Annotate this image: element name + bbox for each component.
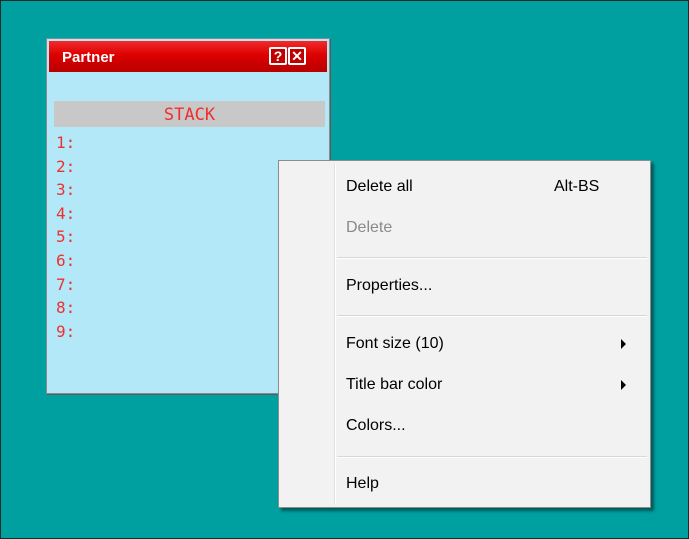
menu-separator [337,257,647,259]
menu-item-label: Title bar color [346,376,443,393]
menu-item-label: Properties... [346,277,433,294]
help-icon[interactable]: ? [269,47,287,65]
stack-row-6[interactable]: 6: [56,249,75,273]
stack-row-1[interactable]: 1: [56,131,75,155]
menu-item-properties[interactable]: Properties... [282,270,647,302]
desktop: Partner ? ✕ STACK 1: 2: 3: 4: 5: 6: 7: 8… [0,0,689,539]
close-icon[interactable]: ✕ [288,47,306,65]
menu-item-label: Colors... [346,417,406,434]
menu-item-label: Delete all [346,178,413,195]
submenu-arrow-icon [621,339,626,349]
menu-item-label: Delete [346,219,393,236]
menu-item-label: Help [346,475,379,492]
menu-item-title-bar-color[interactable]: Title bar color [282,369,647,401]
stack-row-8[interactable]: 8: [56,296,75,320]
menu-item-help[interactable]: Help [282,468,647,500]
stack-header: STACK [54,101,325,127]
stack-row-2[interactable]: 2: [56,155,75,179]
window-title: Partner [62,49,115,66]
menu-item-delete: Delete [282,212,647,244]
submenu-arrow-icon [621,380,626,390]
context-menu: Delete all Alt-BS Delete Properties... F… [278,160,651,508]
menu-item-shortcut: Alt-BS [554,178,600,195]
stack-list: 1: 2: 3: 4: 5: 6: 7: 8: 9: [56,131,75,343]
menu-item-colors[interactable]: Colors... [282,410,647,442]
menu-separator [337,456,647,458]
stack-row-7[interactable]: 7: [56,273,75,297]
menu-item-font-size[interactable]: Font size (10) [282,328,647,360]
title-bar[interactable]: Partner ? ✕ [49,41,327,72]
menu-item-label: Font size (10) [346,335,444,352]
menu-separator [337,315,647,317]
stack-row-9[interactable]: 9: [56,320,75,344]
stack-row-5[interactable]: 5: [56,225,75,249]
stack-row-3[interactable]: 3: [56,178,75,202]
stack-row-4[interactable]: 4: [56,202,75,226]
menu-item-delete-all[interactable]: Delete all Alt-BS [282,171,647,203]
